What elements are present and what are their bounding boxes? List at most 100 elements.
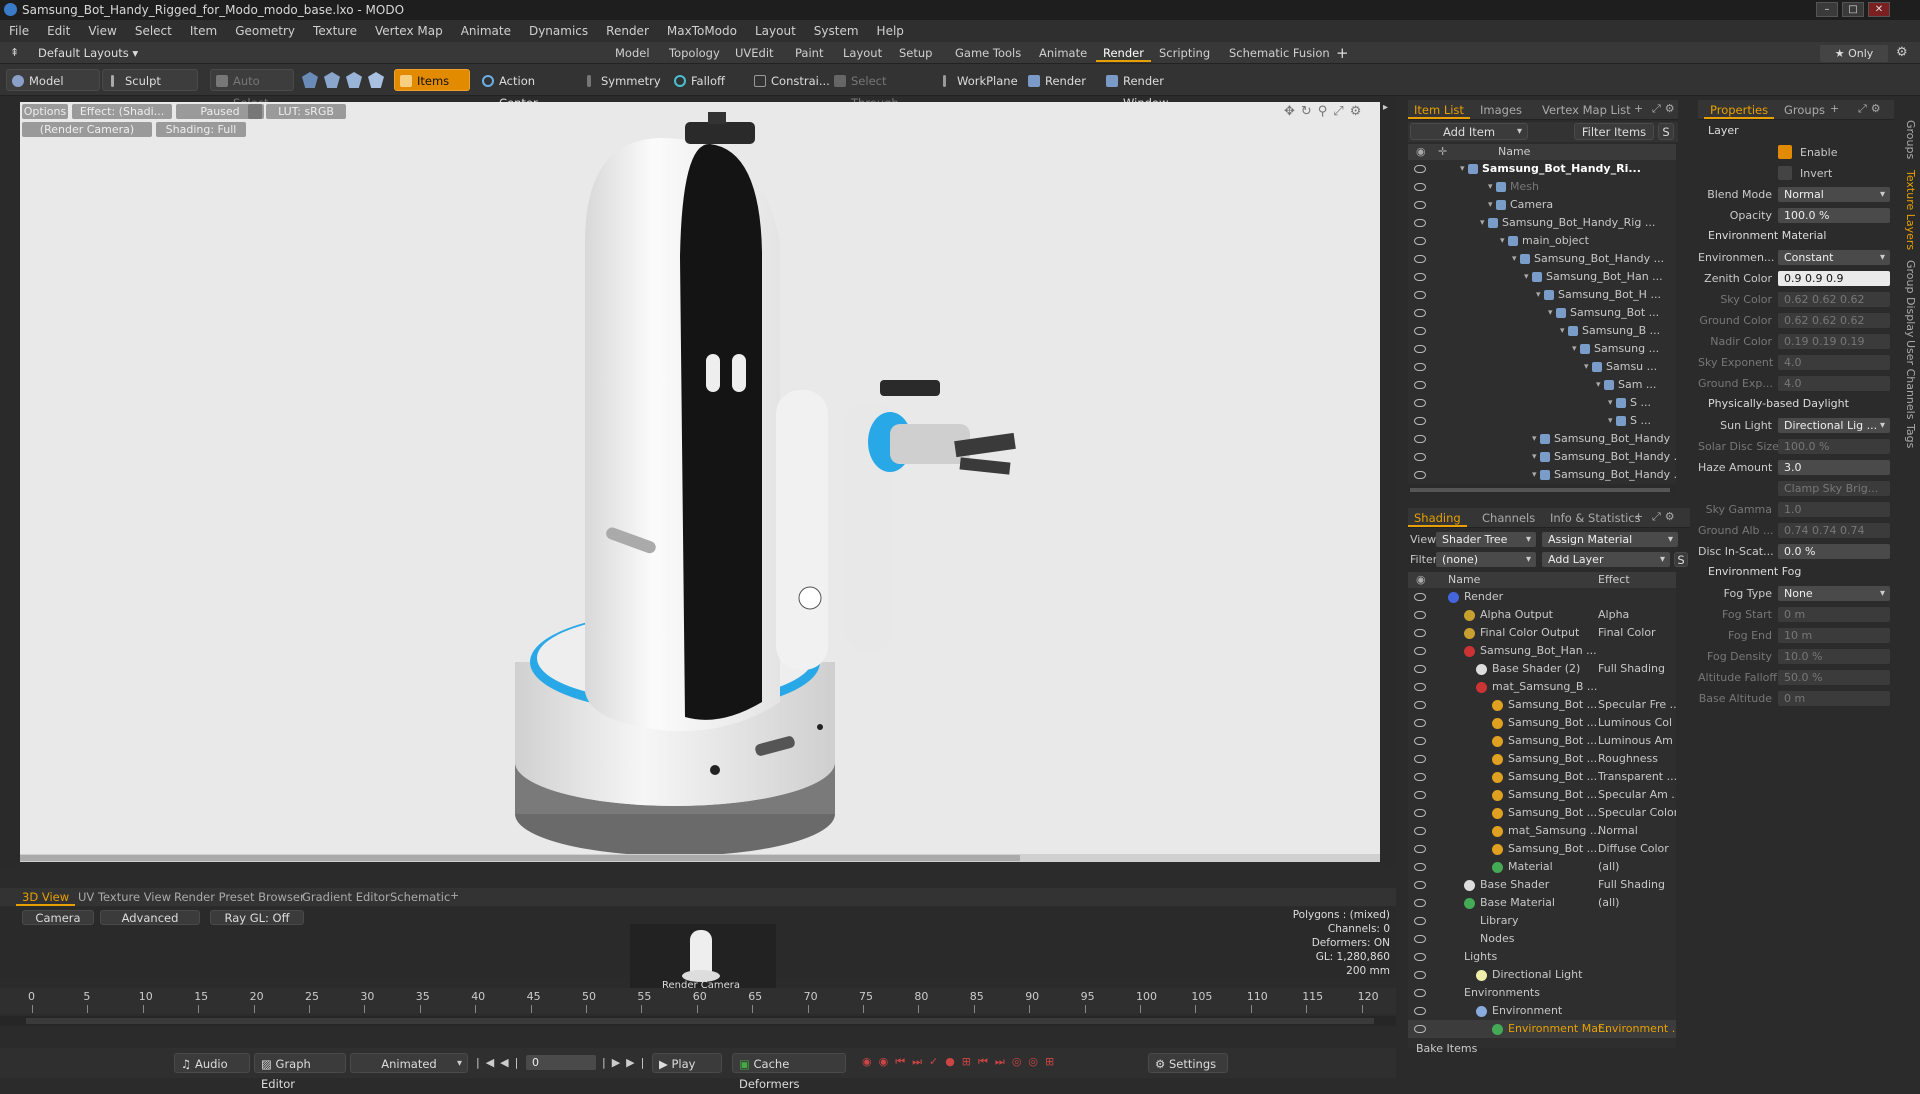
visibility-eye-icon[interactable] xyxy=(1414,435,1426,443)
shader-row[interactable]: Base Shader (2) Full Shading xyxy=(1408,660,1676,678)
sculpt-mode-button[interactable]: Sculpt xyxy=(102,69,198,91)
model-mode-button[interactable]: Model xyxy=(6,69,100,91)
shader-row[interactable]: Samsung_Bot ... Specular Color xyxy=(1408,804,1676,822)
shader-row[interactable]: Environments xyxy=(1408,984,1676,1002)
visibility-eye-icon[interactable] xyxy=(1414,755,1426,763)
visibility-eye-icon[interactable] xyxy=(1414,989,1426,997)
tab-info-statistics[interactable]: Info & Statistics xyxy=(1544,510,1647,527)
transport-back-icons[interactable]: |◀◀| xyxy=(476,1056,524,1069)
visibility-eye-icon[interactable] xyxy=(1414,417,1426,425)
add-item-dropdown[interactable]: Add Item xyxy=(1410,123,1528,140)
shader-row[interactable]: mat_Samsung ... Normal xyxy=(1408,822,1676,840)
expand-toggle-icon[interactable]: ▾ xyxy=(1596,376,1601,394)
tab-topology[interactable]: Topology xyxy=(662,45,727,62)
visibility-eye-icon[interactable] xyxy=(1414,363,1426,371)
tab-schematic[interactable]: Schematic xyxy=(384,889,456,906)
menu-render[interactable]: Render xyxy=(597,20,658,42)
cache-deformers-button[interactable]: ▣ Cache Deformers xyxy=(732,1053,846,1091)
menu-view[interactable]: View xyxy=(79,20,125,42)
menu-vertex-map[interactable]: Vertex Map xyxy=(366,20,452,42)
constrain-button[interactable]: Constrai... xyxy=(748,69,830,91)
shader-row[interactable]: Samsung_Bot ...Luminous Am ... xyxy=(1408,732,1676,750)
menu-select[interactable]: Select xyxy=(126,20,181,42)
render-button[interactable]: Render xyxy=(1022,69,1090,91)
visibility-eye-icon[interactable] xyxy=(1414,237,1426,245)
visibility-eye-icon[interactable] xyxy=(1414,701,1426,709)
visibility-eye-icon[interactable] xyxy=(1414,791,1426,799)
add-tab-icon[interactable]: + xyxy=(1830,102,1839,115)
visibility-eye-icon[interactable] xyxy=(1414,273,1426,281)
shader-row[interactable]: Alpha Output Alpha xyxy=(1408,606,1676,624)
tab-uv-texture-view[interactable]: UV Texture View xyxy=(72,889,177,906)
filter-dropdown[interactable]: (none) xyxy=(1436,552,1536,567)
side-tab-group-display[interactable]: Group Display xyxy=(1899,260,1917,338)
property-value[interactable]: 4.0 xyxy=(1778,376,1890,391)
add-tab-icon[interactable]: + xyxy=(450,889,459,902)
expand-toggle-icon[interactable]: ▾ xyxy=(1500,232,1505,250)
panel-options-icons[interactable]: ⤢⚙ xyxy=(1652,102,1679,116)
property-value[interactable]: 0.9 0.9 0.9 xyxy=(1778,271,1890,286)
visibility-eye-icon[interactable] xyxy=(1414,629,1426,637)
shader-row[interactable]: mat_Samsung_B ... xyxy=(1408,678,1676,696)
falloff-button[interactable]: Falloff xyxy=(668,69,738,91)
add-tab-icon[interactable]: + xyxy=(1634,510,1643,523)
shader-effect[interactable]: Diffuse Color xyxy=(1598,840,1676,858)
property-value[interactable]: 1.0 xyxy=(1778,502,1890,517)
item-row[interactable]: ▾ Samsung_Bot_Handy xyxy=(1408,430,1676,448)
tab-gradient-editor[interactable]: Gradient Editor xyxy=(296,889,396,906)
tab-channels[interactable]: Channels xyxy=(1476,510,1541,527)
visibility-eye-icon[interactable] xyxy=(1414,1007,1426,1015)
item-row[interactable]: ▾ Mesh xyxy=(1408,178,1676,196)
minimize-button[interactable]: – xyxy=(1816,2,1838,17)
item-row[interactable]: ▾ Camera xyxy=(1408,196,1676,214)
item-row[interactable]: ▾ Samsung_Bot_Handy_Rig ... xyxy=(1408,214,1676,232)
visibility-eye-icon[interactable] xyxy=(1414,863,1426,871)
shader-effect[interactable]: (all) xyxy=(1598,894,1676,912)
property-value[interactable]: 100.0 % xyxy=(1778,208,1890,223)
property-value[interactable]: 3.0 xyxy=(1778,460,1890,475)
panel-options-icons[interactable]: ⤢⚙ xyxy=(1652,510,1679,524)
property-value[interactable]: 100.0 % xyxy=(1778,439,1890,454)
maximize-button[interactable]: □ xyxy=(1842,2,1864,17)
menu-item[interactable]: Item xyxy=(181,20,226,42)
visibility-eye-icon[interactable] xyxy=(1414,935,1426,943)
tab-groups[interactable]: Groups xyxy=(1778,102,1831,119)
visibility-eye-icon[interactable] xyxy=(1414,345,1426,353)
visibility-eye-icon[interactable] xyxy=(1414,665,1426,673)
tab-vertex-map-list[interactable]: Vertex Map List xyxy=(1536,102,1637,119)
shader-row[interactable]: Base Shader Full Shading xyxy=(1408,876,1676,894)
visibility-eye-icon[interactable] xyxy=(1414,827,1426,835)
shading-s-button[interactable]: S xyxy=(1674,552,1688,567)
layout-arrow-icon[interactable]: ⇞ xyxy=(10,46,19,59)
shader-row[interactable]: Samsung_Bot ... Specular Fre ... xyxy=(1408,696,1676,714)
shader-row[interactable]: Samsung_Bot ... Specular Am ... xyxy=(1408,786,1676,804)
expand-toggle-icon[interactable]: ▾ xyxy=(1560,322,1565,340)
visibility-eye-icon[interactable] xyxy=(1414,593,1426,601)
visibility-eye-icon[interactable] xyxy=(1414,899,1426,907)
visibility-eye-icon[interactable] xyxy=(1414,683,1426,691)
visibility-eye-icon[interactable] xyxy=(1414,453,1426,461)
property-value[interactable]: 0.62 0.62 0.62 xyxy=(1778,292,1890,307)
visibility-eye-icon[interactable] xyxy=(1414,737,1426,745)
shader-row[interactable]: Lights xyxy=(1408,948,1676,966)
item-row[interactable]: ▾ Samsung_Bot_Handy ... xyxy=(1408,448,1676,466)
property-value[interactable]: Constant xyxy=(1778,250,1890,265)
frame-input[interactable]: 0 xyxy=(526,1055,596,1070)
shading-name-header[interactable]: Name xyxy=(1448,573,1480,586)
close-button[interactable]: ✕ xyxy=(1868,2,1890,17)
property-value[interactable]: None xyxy=(1778,586,1890,601)
menu-layout[interactable]: Layout xyxy=(746,20,805,42)
only-toggle[interactable]: ★ Only xyxy=(1820,45,1888,62)
side-tab-texture-layers[interactable]: Texture Layers xyxy=(1899,170,1917,250)
visibility-eye-icon[interactable] xyxy=(1414,327,1426,335)
viewport-scrollbar[interactable] xyxy=(20,854,1380,862)
menu-texture[interactable]: Texture xyxy=(304,20,366,42)
graph-editor-button[interactable]: ▨ Graph Editor xyxy=(254,1053,346,1091)
tab-3d-view[interactable]: 3D View xyxy=(16,889,76,906)
tab-scripting[interactable]: Scripting xyxy=(1152,45,1217,62)
shader-effect[interactable]: Transparent ... xyxy=(1598,768,1676,786)
property-value[interactable]: 0.0 % xyxy=(1778,544,1890,559)
menu-geometry[interactable]: Geometry xyxy=(226,20,304,42)
expand-toggle-icon[interactable]: ▾ xyxy=(1572,340,1577,358)
visibility-eye-icon[interactable] xyxy=(1414,881,1426,889)
